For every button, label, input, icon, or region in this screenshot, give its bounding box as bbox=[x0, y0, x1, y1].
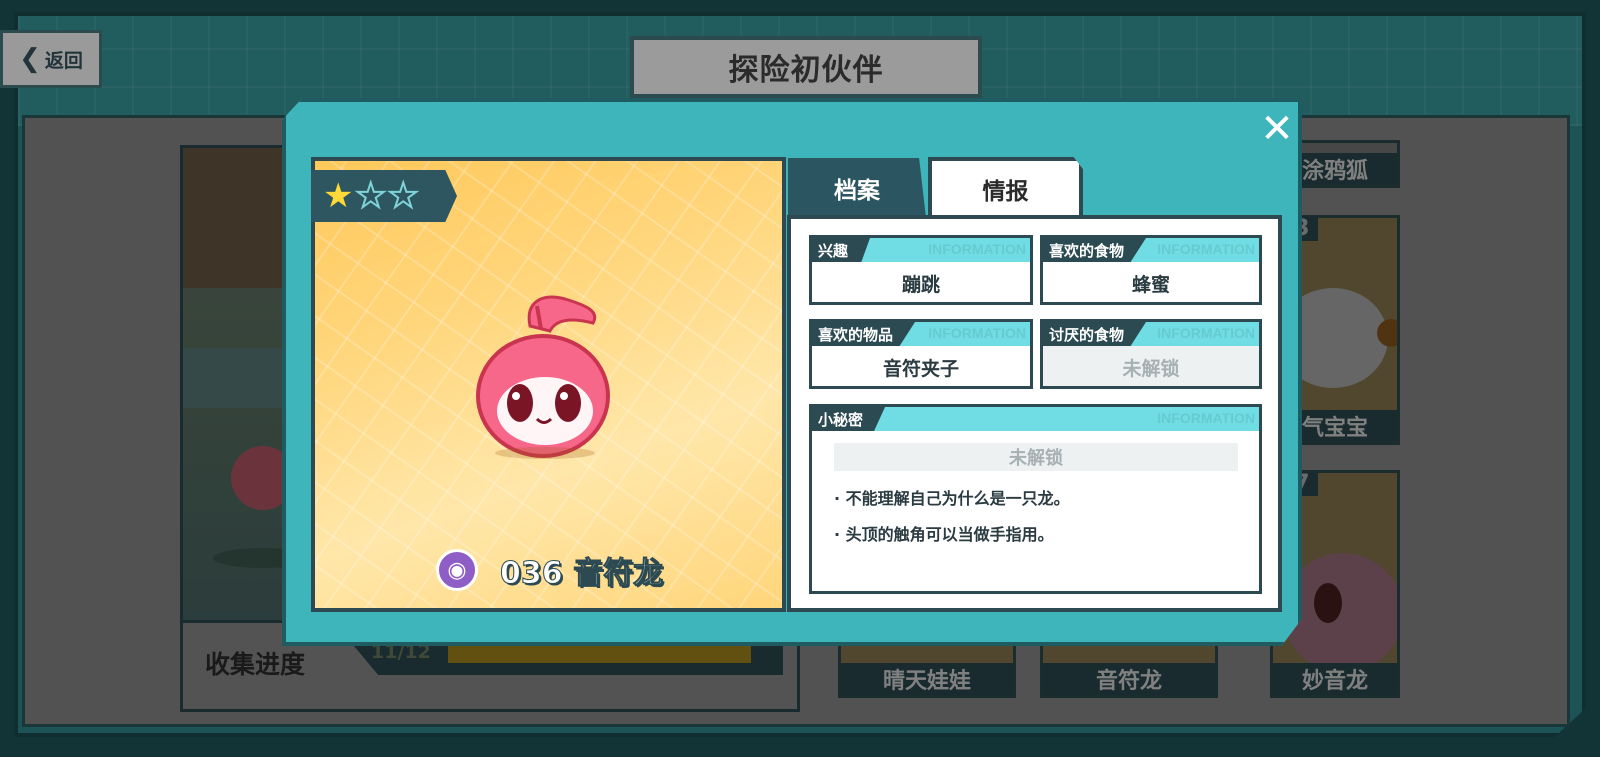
interest-value: 蹦跳 bbox=[901, 273, 940, 296]
tab-archive[interactable]: 档案 bbox=[788, 158, 926, 218]
favorite-item-label: 喜欢的物品 bbox=[812, 322, 916, 346]
pet-number-name: 036 音符龙 bbox=[499, 556, 664, 592]
interest-cell: 兴趣 INFORMATION 蹦跳 bbox=[809, 235, 1033, 305]
disliked-food-cell: 讨厌的食物 INFORMATION 未解锁 bbox=[1040, 319, 1262, 389]
back-label: 返回 bbox=[44, 49, 83, 72]
info-watermark: INFORMATION bbox=[1157, 241, 1255, 257]
pet-name-block: ◉ 036 音符龙 bbox=[436, 548, 664, 592]
secret-label: 小秘密 bbox=[812, 407, 886, 431]
music-element-icon: ◉ bbox=[436, 549, 478, 591]
secret-locked-text: 未解锁 bbox=[834, 443, 1238, 471]
info-watermark: INFORMATION bbox=[928, 325, 1026, 341]
disliked-food-value: 未解锁 bbox=[1043, 350, 1259, 384]
info-watermark: INFORMATION bbox=[928, 241, 1026, 257]
rarity-stars: ★ ★ ★ bbox=[311, 170, 457, 222]
tab-info[interactable]: 情报 bbox=[928, 157, 1083, 217]
page-title-bar: 探险初伙伴 bbox=[630, 36, 982, 98]
secret-cell: 小秘密 INFORMATION 未解锁 · 不能理解自己为什么是一只龙。 · 头… bbox=[809, 404, 1262, 594]
chevron-left-icon: ❮ bbox=[19, 44, 41, 74]
page-title: 探险初伙伴 bbox=[728, 53, 884, 88]
favorite-food-cell: 喜欢的食物 INFORMATION 蜂蜜 bbox=[1040, 235, 1262, 305]
info-watermark: INFORMATION bbox=[1157, 410, 1255, 426]
pet-portrait bbox=[311, 157, 786, 612]
disliked-food-label: 讨厌的食物 bbox=[1043, 322, 1147, 346]
close-icon[interactable]: ✕ bbox=[1258, 109, 1296, 149]
pet-illustration bbox=[476, 295, 610, 459]
interest-label: 兴趣 bbox=[812, 238, 871, 262]
star-empty-icon: ★ bbox=[354, 176, 387, 216]
favorite-item-value: 音符夹子 bbox=[882, 357, 959, 380]
favorite-item-cell: 喜欢的物品 INFORMATION 音符夹子 bbox=[809, 319, 1033, 389]
info-panel: 兴趣 INFORMATION 蹦跳 喜欢的食物 INFORMATION 蜂蜜 喜… bbox=[787, 215, 1282, 612]
favorite-food-value: 蜂蜜 bbox=[1131, 273, 1170, 296]
star-empty-icon: ★ bbox=[387, 176, 420, 216]
info-watermark: INFORMATION bbox=[1157, 325, 1255, 341]
star-filled-icon: ★ bbox=[323, 176, 354, 216]
back-button[interactable]: ❮ 返回 bbox=[0, 30, 102, 88]
secret-line: · 头顶的触角可以当做手指用。 bbox=[834, 525, 1054, 544]
secret-line: · 不能理解自己为什么是一只龙。 bbox=[834, 489, 1070, 508]
favorite-food-label: 喜欢的食物 bbox=[1043, 238, 1147, 262]
